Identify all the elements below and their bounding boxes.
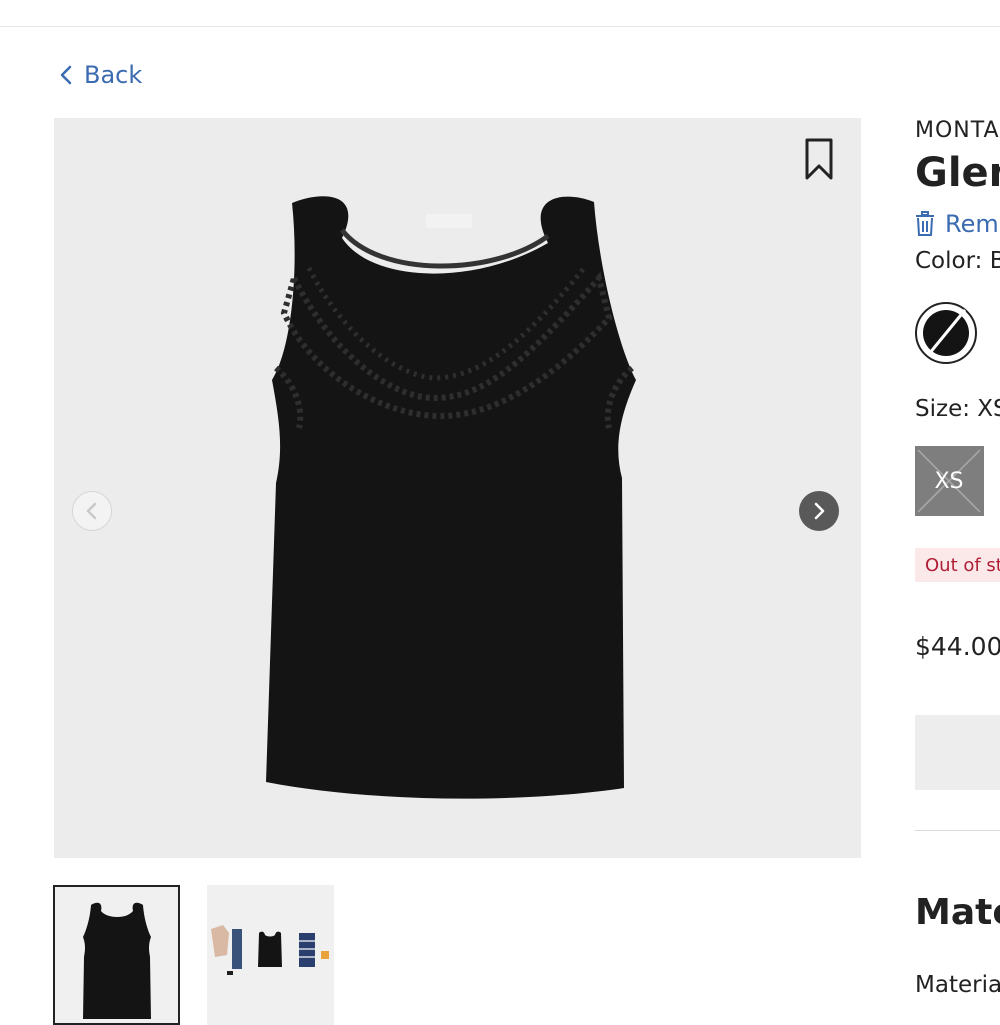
thumbnail-outfit[interactable] [207,885,334,1025]
brand-name: MONTA [915,118,1000,143]
color-swatch-black[interactable] [915,302,977,364]
color-line: Color: B [915,248,1000,274]
section-divider [915,830,1000,831]
next-image-button[interactable] [799,491,839,531]
chevron-right-icon [814,502,825,520]
product-info-panel: MONTA Glen Rem Color: B Size: XS XS Out … [915,0,1000,1000]
size-value: XS [977,396,1000,422]
previous-image-button[interactable] [72,491,112,531]
size-option-label: XS [934,468,964,494]
color-value: B [989,248,1000,274]
thumbnail-product[interactable] [53,885,180,1025]
thumbnail-image [211,925,329,975]
remove-label: Rem [945,210,999,238]
product-image-carousel [54,118,861,858]
thumbnail-image [83,902,151,1019]
size-label: Size: [915,396,970,422]
unavailable-swatch-icon [923,309,969,356]
color-label: Color: [915,248,983,274]
back-link[interactable]: Back [58,58,142,92]
trash-icon [916,211,934,236]
header-divider [0,26,1000,27]
back-label: Back [84,61,143,89]
bookmark-icon[interactable] [802,136,836,182]
chevron-left-icon [60,65,72,85]
product-price: $44.00 [915,632,1000,661]
materials-text: Materia [915,972,1000,998]
materials-heading: Mate [915,892,1000,933]
size-option-xs[interactable]: XS [915,446,984,516]
size-line: Size: XS [915,396,1000,422]
remove-item-button[interactable]: Rem [915,210,999,238]
stock-status-badge: Out of st [915,548,1000,582]
product-title: Glen [915,150,1000,196]
product-image [266,196,636,799]
chevron-left-icon [86,502,97,520]
add-to-cart-button[interactable] [915,715,1000,790]
